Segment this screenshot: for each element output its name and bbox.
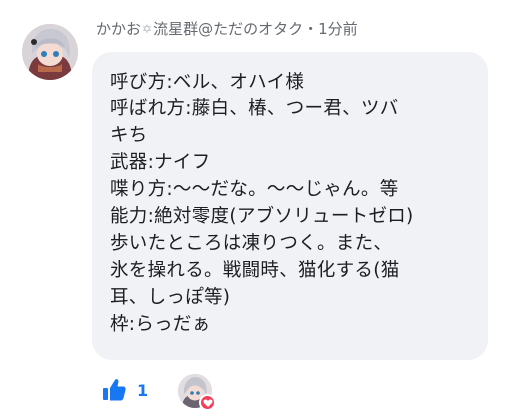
author-name-tail[interactable]: 流星群@ただのオタク xyxy=(153,18,303,39)
author-name[interactable]: かかお xyxy=(96,18,141,39)
comment-line: 武器:ナイフ xyxy=(110,152,211,173)
star-icon: ✡ xyxy=(142,21,153,36)
comment-line: 氷を操れる。戦闘時、猫化する(猫 xyxy=(110,260,400,281)
comment-line: 枠:らっだぁ xyxy=(110,314,211,335)
comment-line: 喋り方:〜〜だな。〜〜じゃん。等 xyxy=(110,179,399,200)
comment-header: かかお ✡ 流星群@ただのオタク ・ 1分前 xyxy=(96,18,358,39)
heart-icon xyxy=(199,394,216,411)
comment-timestamp[interactable]: 1分前 xyxy=(318,18,358,39)
reaction-bar: 1 xyxy=(100,372,148,408)
commenter-avatar[interactable] xyxy=(22,24,78,80)
comment-line: 呼ばれ方:藤白、椿、つー君、ツバ xyxy=(110,98,399,119)
like-icon[interactable] xyxy=(100,376,128,404)
reactor-avatar[interactable] xyxy=(178,374,216,412)
comment-line: 歩いたところは凍りつく。また、 xyxy=(110,233,393,254)
comment-line: キち xyxy=(110,125,148,146)
comment-card: かかお ✡ 流星群@ただのオタク ・ 1分前 呼び方:ベル、オハイ様 呼ばれ方:… xyxy=(0,0,512,419)
avatar-image xyxy=(22,24,78,80)
like-count[interactable]: 1 xyxy=(137,381,148,400)
header-separator: ・ xyxy=(303,20,319,38)
comment-line: 呼び方:ベル、オハイ様 xyxy=(110,72,305,93)
comment-line: 能力:絶対零度(アブソリュートゼロ) xyxy=(110,206,414,227)
comment-line: 耳、しっぽ等) xyxy=(110,287,231,308)
